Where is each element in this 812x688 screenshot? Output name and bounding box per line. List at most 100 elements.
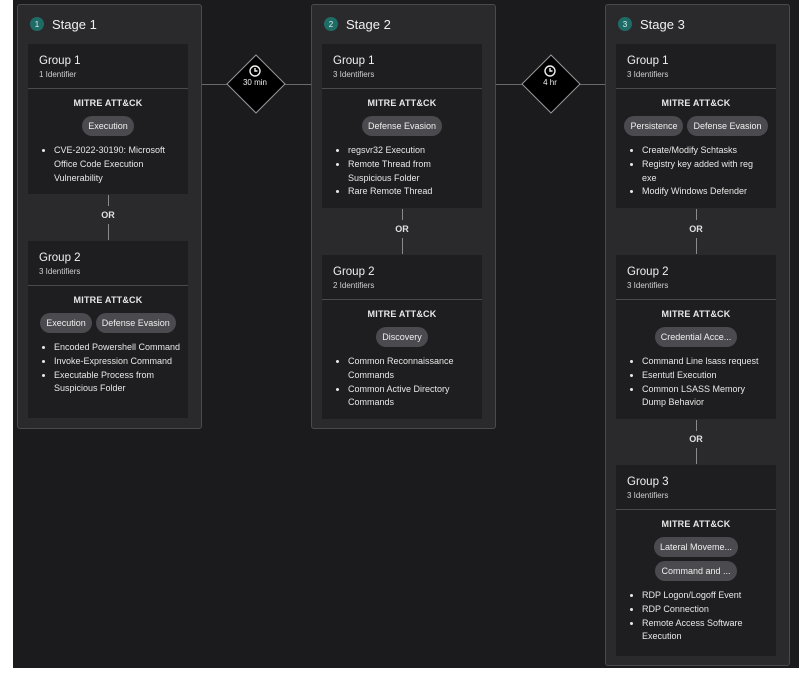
tactic-tags: Defense Evasion <box>322 116 482 136</box>
group-card[interactable]: Group 2 3 Identifiers MITRE ATT&CK Execu… <box>28 241 188 418</box>
group-header: Group 1 1 Identifier <box>28 44 188 89</box>
identifier-list: Create/Modify Schtasks Registry key adde… <box>616 144 776 199</box>
identifier-item: Create/Modify Schtasks <box>642 144 770 158</box>
identifier-item: CVE-2022-30190: Microsoft Office Code Ex… <box>54 144 182 185</box>
identifier-count: 1 Identifier <box>39 70 77 79</box>
identifier-item: Common Reconnaissance Commands <box>348 355 476 383</box>
or-label: OR <box>101 210 115 220</box>
stage-title: Stage 2 <box>346 16 391 32</box>
mitre-heading: MITRE ATT&CK <box>73 98 143 108</box>
identifier-item: Remote Thread from Suspicious Folder <box>348 158 476 186</box>
or-label: OR <box>689 434 703 444</box>
stage-card-2[interactable]: 2 Stage 2 Group 1 3 Identifiers MITRE AT… <box>311 4 496 429</box>
tactic-tag[interactable]: Execution <box>82 116 134 136</box>
group-header: Group 3 3 Identifiers <box>616 465 776 510</box>
stage-card-3[interactable]: 3 Stage 3 Group 1 3 Identifiers MITRE AT… <box>605 4 790 666</box>
identifier-list: Encoded Powershell Command Invoke-Expres… <box>28 341 188 396</box>
diagram-canvas: 30 min 4 hr 1 Stage 1 Group 1 1 Identifi… <box>13 0 799 668</box>
stage-number-badge: 1 <box>30 17 44 31</box>
tactic-tag[interactable]: Defense Evasion <box>361 116 443 136</box>
or-connector-line <box>696 209 697 220</box>
identifier-count: 2 Identifiers <box>333 281 375 290</box>
identifier-item: Executable Process from Suspicious Folde… <box>54 369 182 397</box>
tactic-tag[interactable]: Defense Evasion <box>687 116 768 136</box>
group-card[interactable]: Group 3 3 Identifiers MITRE ATT&CK Later… <box>616 465 776 656</box>
or-connector-line <box>402 238 403 254</box>
or-connector-line <box>108 195 109 206</box>
clock-icon <box>249 65 261 77</box>
identifier-list: Common Reconnaissance Commands Common Ac… <box>322 355 482 410</box>
wait-duration: 30 min <box>242 78 267 87</box>
identifier-item: RDP Logon/Logoff Event <box>642 589 770 603</box>
wait-label-2: 4 hr <box>520 65 580 87</box>
identifier-item: Invoke-Expression Command <box>54 355 182 369</box>
clock-icon <box>544 65 556 77</box>
stage-title: Stage 3 <box>640 16 685 32</box>
stage-number-badge: 2 <box>324 17 338 31</box>
group-title: Group 3 <box>627 476 669 488</box>
tactic-tag[interactable]: Discovery <box>376 327 428 347</box>
tactic-tag[interactable]: Defense Evasion <box>95 313 176 333</box>
identifier-count: 3 Identifiers <box>627 70 669 79</box>
stage-header: 2 Stage 2 <box>312 5 495 43</box>
identifier-list: CVE-2022-30190: Microsoft Office Code Ex… <box>28 144 188 185</box>
mitre-heading: MITRE ATT&CK <box>661 309 731 319</box>
identifier-item: Rare Remote Thread <box>348 185 476 199</box>
identifier-item: Command Line lsass request <box>642 355 770 369</box>
group-title: Group 1 <box>333 55 375 67</box>
tactic-tags: Execution Defense Evasion <box>28 313 188 333</box>
tactic-tags: Persistence Defense Evasion <box>616 116 776 136</box>
tactic-tag[interactable]: Execution <box>40 313 92 333</box>
identifier-list: regsvr32 Execution Remote Thread from Su… <box>322 144 482 199</box>
stage-title: Stage 1 <box>52 16 97 32</box>
mitre-heading: MITRE ATT&CK <box>73 295 143 305</box>
or-label: OR <box>689 224 703 234</box>
or-connector-line <box>696 448 697 464</box>
stage-header: 3 Stage 3 <box>606 5 789 43</box>
group-header: Group 2 3 Identifiers <box>28 241 188 286</box>
group-title: Group 2 <box>39 252 81 264</box>
identifier-item: Common Active Directory Commands <box>348 383 476 411</box>
tactic-tags: Credential Acce... <box>616 327 776 347</box>
group-title: Group 2 <box>627 266 669 278</box>
group-card[interactable]: Group 2 2 Identifiers MITRE ATT&CK Disco… <box>322 255 482 419</box>
group-card[interactable]: Group 1 1 Identifier MITRE ATT&CK Execut… <box>28 44 188 194</box>
group-title: Group 2 <box>333 266 375 278</box>
identifier-count: 3 Identifiers <box>627 491 669 500</box>
identifier-item: Esentutl Execution <box>642 369 770 383</box>
stage-number-badge: 3 <box>618 17 632 31</box>
identifier-item: Remote Access Software Execution <box>642 617 770 645</box>
identifier-count: 3 Identifiers <box>627 281 669 290</box>
identifier-item: Registry key added with reg exe <box>642 158 770 186</box>
tactic-tags: Lateral Moveme... Command and ... <box>616 537 776 581</box>
wait-duration: 4 hr <box>543 78 557 87</box>
group-header: Group 1 3 Identifiers <box>322 44 482 89</box>
mitre-heading: MITRE ATT&CK <box>367 309 437 319</box>
identifier-list: RDP Logon/Logoff Event RDP Connection Re… <box>616 589 776 644</box>
or-connector-line <box>696 238 697 254</box>
mitre-heading: MITRE ATT&CK <box>367 98 437 108</box>
or-label: OR <box>395 224 409 234</box>
group-header: Group 2 3 Identifiers <box>616 255 776 300</box>
group-card[interactable]: Group 2 3 Identifiers MITRE ATT&CK Crede… <box>616 255 776 419</box>
tactic-tags: Discovery <box>322 327 482 347</box>
tactic-tag[interactable]: Persistence <box>624 116 684 136</box>
stage-card-1[interactable]: 1 Stage 1 Group 1 1 Identifier MITRE ATT… <box>17 4 202 429</box>
or-connector-line <box>402 209 403 220</box>
mitre-heading: MITRE ATT&CK <box>661 98 731 108</box>
tactic-tag[interactable]: Credential Acce... <box>654 327 738 347</box>
identifier-count: 3 Identifiers <box>333 70 375 79</box>
identifier-count: 3 Identifiers <box>39 267 81 276</box>
or-connector-line <box>696 420 697 431</box>
wait-label-1: 30 min <box>225 65 285 87</box>
tactic-tag[interactable]: Lateral Moveme... <box>653 537 739 557</box>
identifier-item: regsvr32 Execution <box>348 144 476 158</box>
group-card[interactable]: Group 1 3 Identifiers MITRE ATT&CK Persi… <box>616 44 776 208</box>
group-card[interactable]: Group 1 3 Identifiers MITRE ATT&CK Defen… <box>322 44 482 208</box>
identifier-item: Common LSASS Memory Dump Behavior <box>642 383 770 411</box>
group-header: Group 1 3 Identifiers <box>616 44 776 89</box>
tactic-tag[interactable]: Command and ... <box>655 561 737 581</box>
tactic-tags: Execution <box>28 116 188 136</box>
identifier-item: RDP Connection <box>642 603 770 617</box>
group-title: Group 1 <box>39 55 81 67</box>
